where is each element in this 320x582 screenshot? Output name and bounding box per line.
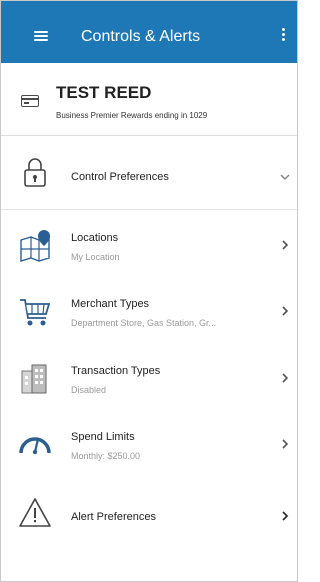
divider [1,209,297,210]
spend-limits-label: Spend Limits [71,431,135,443]
warning-triangle-icon [19,498,51,527]
app-screen: Controls & Alerts TEST REED Business Pre… [0,0,298,582]
lock-icon [24,158,46,187]
locations-row[interactable]: Locations My Location [1,216,297,282]
transaction-types-sub: Disabled [71,385,107,395]
merchant-types-row[interactable]: Merchant Types Department Store, Gas Sta… [1,282,297,348]
transaction-types-row[interactable]: Transaction Types Disabled [1,349,297,415]
control-preferences-label: Control Preferences [71,171,169,183]
chevron-down-icon[interactable] [280,171,290,183]
locations-label: Locations [71,232,119,244]
spend-limits-sub: Monthly: $250.00 [71,451,141,461]
chevron-right-icon[interactable] [280,510,290,522]
account-name: TEST REED [56,83,152,102]
card-icon [21,95,39,107]
spend-limits-row[interactable]: Spend Limits Monthly: $250.00 [1,415,297,481]
hamburger-menu-icon[interactable] [34,31,48,41]
account-summary: TEST REED Business Premier Rewards endin… [1,63,297,136]
page-title: Controls & Alerts [81,28,201,45]
chevron-right-icon[interactable] [280,239,290,251]
chevron-right-icon[interactable] [280,438,290,450]
chevron-right-icon[interactable] [280,305,290,317]
buildings-icon [21,364,47,394]
more-vertical-icon[interactable] [281,28,285,42]
alert-preferences-row[interactable]: Alert Preferences [1,483,297,549]
app-header: Controls & Alerts [1,1,297,63]
shopping-cart-icon [20,299,51,326]
account-description: Business Premier Rewards ending in 1029 [56,111,208,120]
chevron-right-icon[interactable] [280,372,290,384]
locations-sub: My Location [71,252,120,262]
map-pin-icon [20,230,50,262]
merchant-types-label: Merchant Types [71,298,150,310]
transaction-types-label: Transaction Types [71,365,161,377]
control-preferences-row[interactable]: Control Preferences [1,145,297,211]
speedometer-icon [19,437,51,455]
alert-preferences-label: Alert Preferences [71,511,156,523]
merchant-types-sub: Department Store, Gas Station, Gr... [71,318,217,328]
